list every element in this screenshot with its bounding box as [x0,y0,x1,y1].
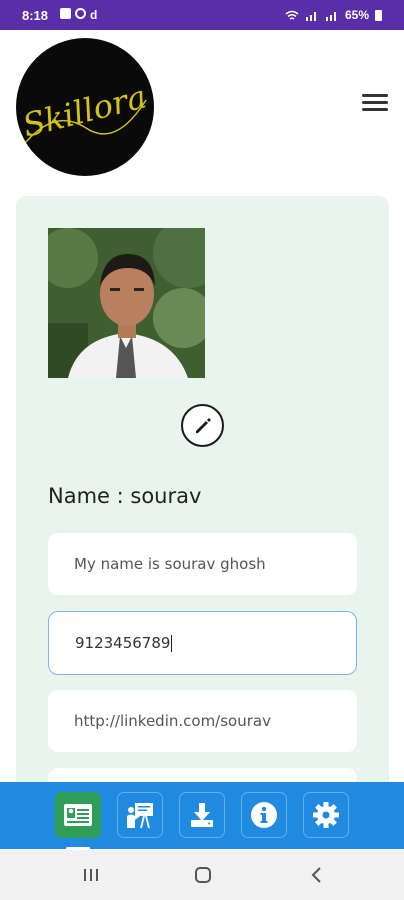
notification-letter: d [90,8,98,22]
presentation-icon [127,803,153,829]
id-card-icon [64,804,92,826]
tab-download[interactable] [179,792,225,838]
battery-percent: 65% [344,8,369,22]
text-caret [171,634,173,652]
person-photo-icon [48,228,205,378]
tab-presentation[interactable] [117,792,163,838]
back-button[interactable] [302,862,332,888]
tab-profile[interactable] [55,792,101,838]
status-time: 8:18 [22,8,49,23]
tab-settings[interactable] [303,792,349,838]
home-icon [195,867,211,883]
status-bar: 8:18 d 65% [0,0,404,30]
wifi-icon [285,10,299,20]
app-logo[interactable]: Skillora [16,38,154,176]
home-button[interactable] [188,862,218,888]
system-nav-bar [0,850,404,900]
info-icon [251,802,277,828]
about-field-value: My name is sourav ghosh [74,555,266,573]
hamburger-menu-button[interactable] [362,92,390,114]
profile-photo [48,228,205,378]
profile-name: Name : sourav [48,484,202,508]
pencil-icon [195,417,211,433]
phone-field-value: 9123456789 [75,634,171,652]
download-icon [191,803,213,827]
gallery-icon [60,8,71,19]
edit-profile-button[interactable] [181,404,224,447]
skillora-logo-icon: Skillora [19,77,150,144]
smiley-icon [75,8,86,19]
battery-icon [375,9,382,21]
tab-info[interactable] [241,792,287,838]
notification-icons: d [60,8,97,22]
back-icon [311,867,321,883]
logo-text: Skillora [19,77,150,144]
system-icons: 65% [285,8,382,22]
recent-apps-icon [84,869,98,881]
signal-icon-2 [325,11,336,21]
about-field[interactable]: My name is sourav ghosh [48,533,357,595]
hamburger-icon [362,94,388,97]
gear-icon [313,802,339,828]
phone-field[interactable]: 9123456789 [48,611,357,675]
linkedin-field[interactable]: http://linkedin.com/sourav [48,690,357,752]
signal-icon [305,11,316,21]
app-screen: 8:18 d 65% Skillora Name: sourav My nam… [0,0,404,900]
recent-apps-button[interactable] [76,862,106,888]
linkedin-field-value: http://linkedin.com/sourav [74,712,271,730]
